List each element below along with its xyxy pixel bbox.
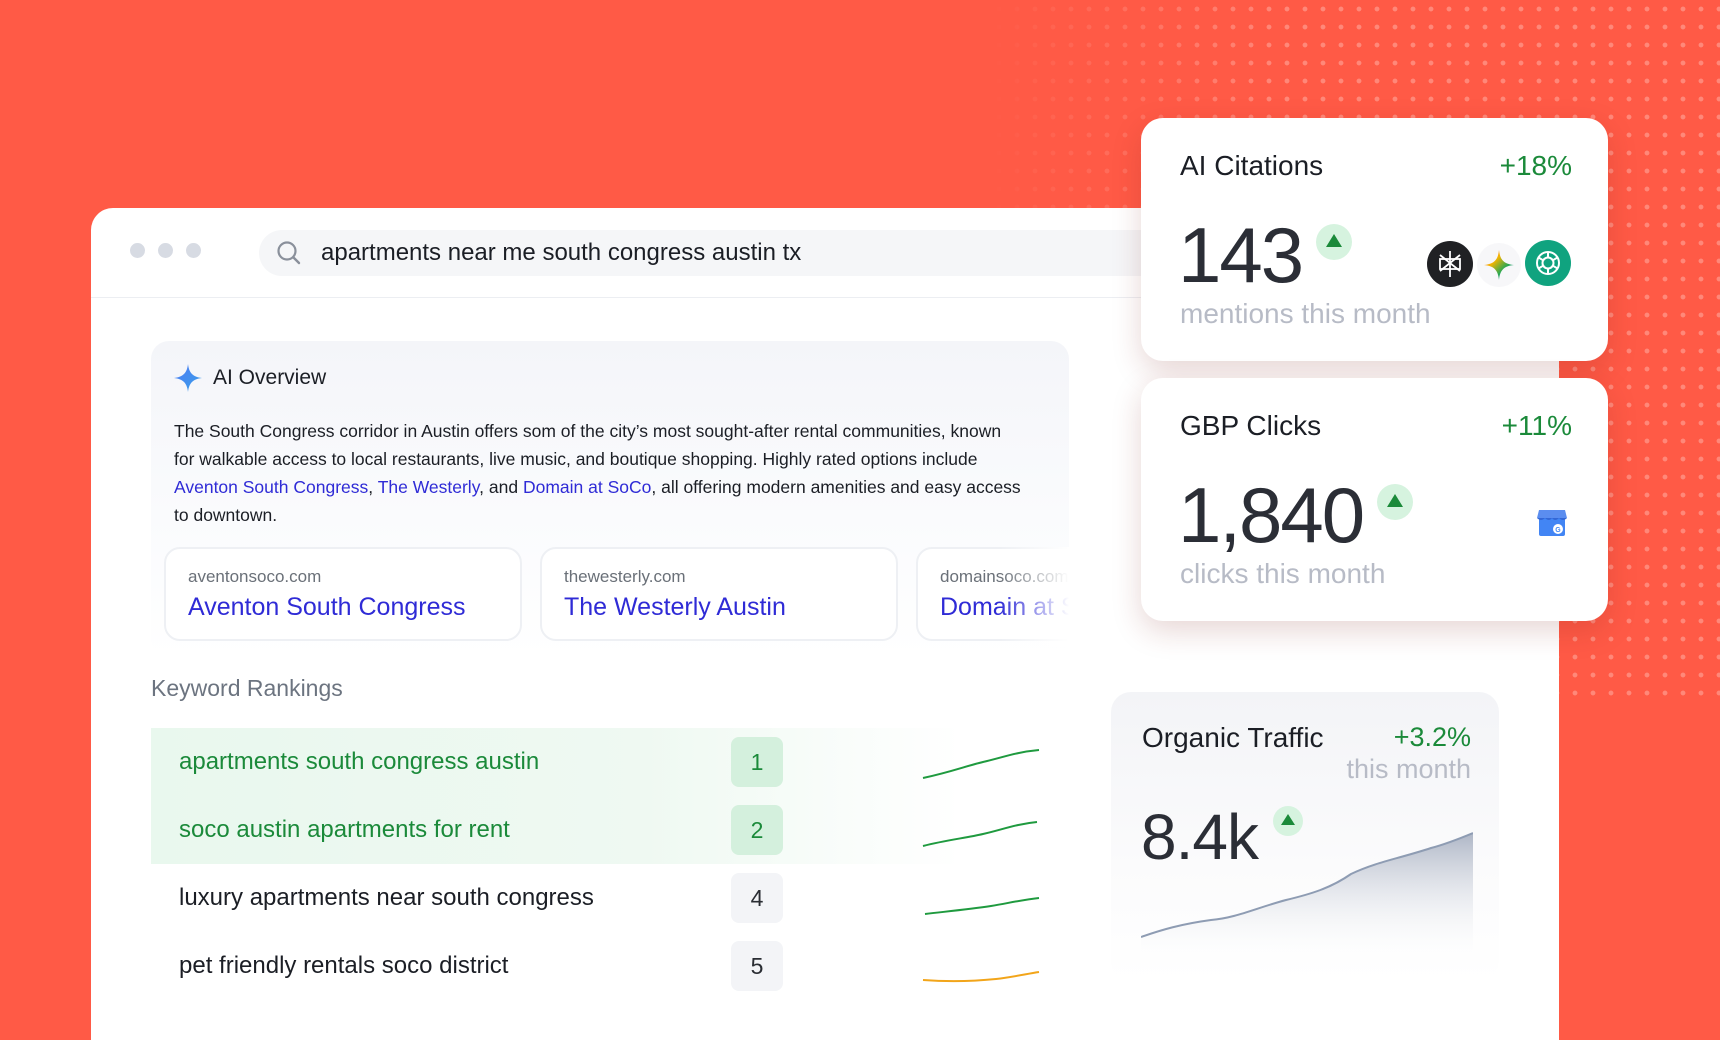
keyword-row[interactable]: apartments south congress austin 1 bbox=[151, 728, 1051, 796]
cards-fade-overlay bbox=[999, 547, 1069, 647]
keyword-row[interactable]: soco austin apartments for rent 2 bbox=[151, 796, 1051, 864]
window-dot-2[interactable] bbox=[158, 243, 173, 258]
ai-overview-panel: AI Overview The South Congress corridor … bbox=[151, 341, 1069, 657]
source-card[interactable]: aventonsoco.com Aventon South Congress bbox=[164, 547, 522, 641]
ai-citations-label: AI Citations bbox=[1180, 150, 1324, 181]
gbp-clicks-label: GBP Clicks bbox=[1180, 410, 1322, 441]
ai-citations-delta: +18% bbox=[1499, 150, 1572, 181]
overview-link-westerly[interactable]: The Westerly bbox=[378, 477, 479, 497]
ai-citations-card: AI Citations +18% 143 mentions this mont… bbox=[1141, 118, 1608, 361]
organic-traffic-label: Organic Traffic bbox=[1142, 722, 1324, 753]
rank-badge: 4 bbox=[731, 873, 783, 923]
organic-traffic-card: Organic Traffic +3.2% this month 8.4k bbox=[1111, 692, 1499, 982]
keyword-text: soco austin apartments for rent bbox=[179, 816, 510, 843]
source-domain: aventonsoco.com bbox=[188, 567, 322, 586]
keyword-row[interactable]: pet friendly rentals soco district 5 bbox=[151, 932, 1051, 1000]
perplexity-icon bbox=[1427, 241, 1473, 287]
gemini-icon bbox=[1477, 243, 1521, 287]
traffic-area-chart bbox=[1141, 832, 1473, 962]
search-bar[interactable]: apartments near me south congress austin… bbox=[259, 230, 1259, 276]
overview-text-part: , and bbox=[479, 477, 523, 497]
trend-sparkline bbox=[922, 821, 1038, 847]
gbp-clicks-sub: clicks this month bbox=[1180, 558, 1386, 589]
window-dot-3[interactable] bbox=[186, 243, 201, 258]
ai-overview-title: AI Overview bbox=[213, 366, 327, 389]
gbp-clicks-card: GBP Clicks +11% 1,840 clicks this month … bbox=[1141, 378, 1608, 621]
search-query[interactable]: apartments near me south congress austin… bbox=[321, 239, 801, 267]
window-controls bbox=[130, 243, 201, 258]
organic-traffic-sub: this month bbox=[1346, 754, 1471, 784]
overview-link-aventon[interactable]: Aventon South Congress bbox=[174, 477, 368, 497]
source-name[interactable]: Aventon South Congress bbox=[188, 593, 498, 622]
overview-text-part: The South Congress corridor in Austin of… bbox=[174, 421, 1002, 469]
organic-traffic-delta: +3.2% bbox=[1393, 722, 1471, 752]
overview-text-part: , bbox=[368, 477, 378, 497]
google-business-profile-icon: G bbox=[1537, 510, 1567, 536]
window-dot-1[interactable] bbox=[130, 243, 145, 258]
up-arrow-icon bbox=[1377, 484, 1413, 520]
gbp-clicks-delta: +11% bbox=[1501, 410, 1572, 441]
source-name[interactable]: The Westerly Austin bbox=[564, 593, 874, 622]
chatgpt-icon bbox=[1525, 240, 1571, 286]
gbp-clicks-value: 1,840 bbox=[1178, 471, 1365, 559]
rank-badge: 1 bbox=[731, 737, 783, 787]
keyword-text: luxury apartments near south congress bbox=[179, 884, 594, 911]
trend-sparkline bbox=[924, 897, 1040, 915]
keyword-text: apartments south congress austin bbox=[179, 748, 540, 775]
ai-overview-text: The South Congress corridor in Austin of… bbox=[174, 417, 1024, 529]
trend-sparkline bbox=[922, 971, 1040, 983]
keyword-row[interactable]: luxury apartments near south congress 4 bbox=[151, 864, 1051, 932]
ai-overview-header: AI Overview bbox=[173, 363, 326, 393]
gemini-sparkle-icon bbox=[174, 364, 202, 392]
source-card[interactable]: thewesterly.com The Westerly Austin bbox=[540, 547, 898, 641]
rank-badge: 2 bbox=[731, 805, 783, 855]
trend-sparkline bbox=[922, 749, 1040, 779]
rank-badge: 5 bbox=[731, 941, 783, 991]
keyword-text: pet friendly rentals soco district bbox=[179, 952, 509, 979]
source-cards: aventonsoco.com Aventon South Congress t… bbox=[164, 547, 1069, 647]
search-icon bbox=[275, 239, 303, 267]
ai-citations-value: 143 bbox=[1178, 211, 1304, 299]
keyword-rankings-title: Keyword Rankings bbox=[151, 675, 343, 701]
ai-citations-sub: mentions this month bbox=[1180, 298, 1431, 329]
overview-link-domain[interactable]: Domain at SoCo bbox=[523, 477, 651, 497]
svg-text:G: G bbox=[1555, 527, 1561, 534]
up-arrow-icon bbox=[1316, 224, 1352, 260]
source-domain: thewesterly.com bbox=[564, 567, 686, 586]
keyword-rankings-list: apartments south congress austin 1 soco … bbox=[151, 728, 1051, 1000]
